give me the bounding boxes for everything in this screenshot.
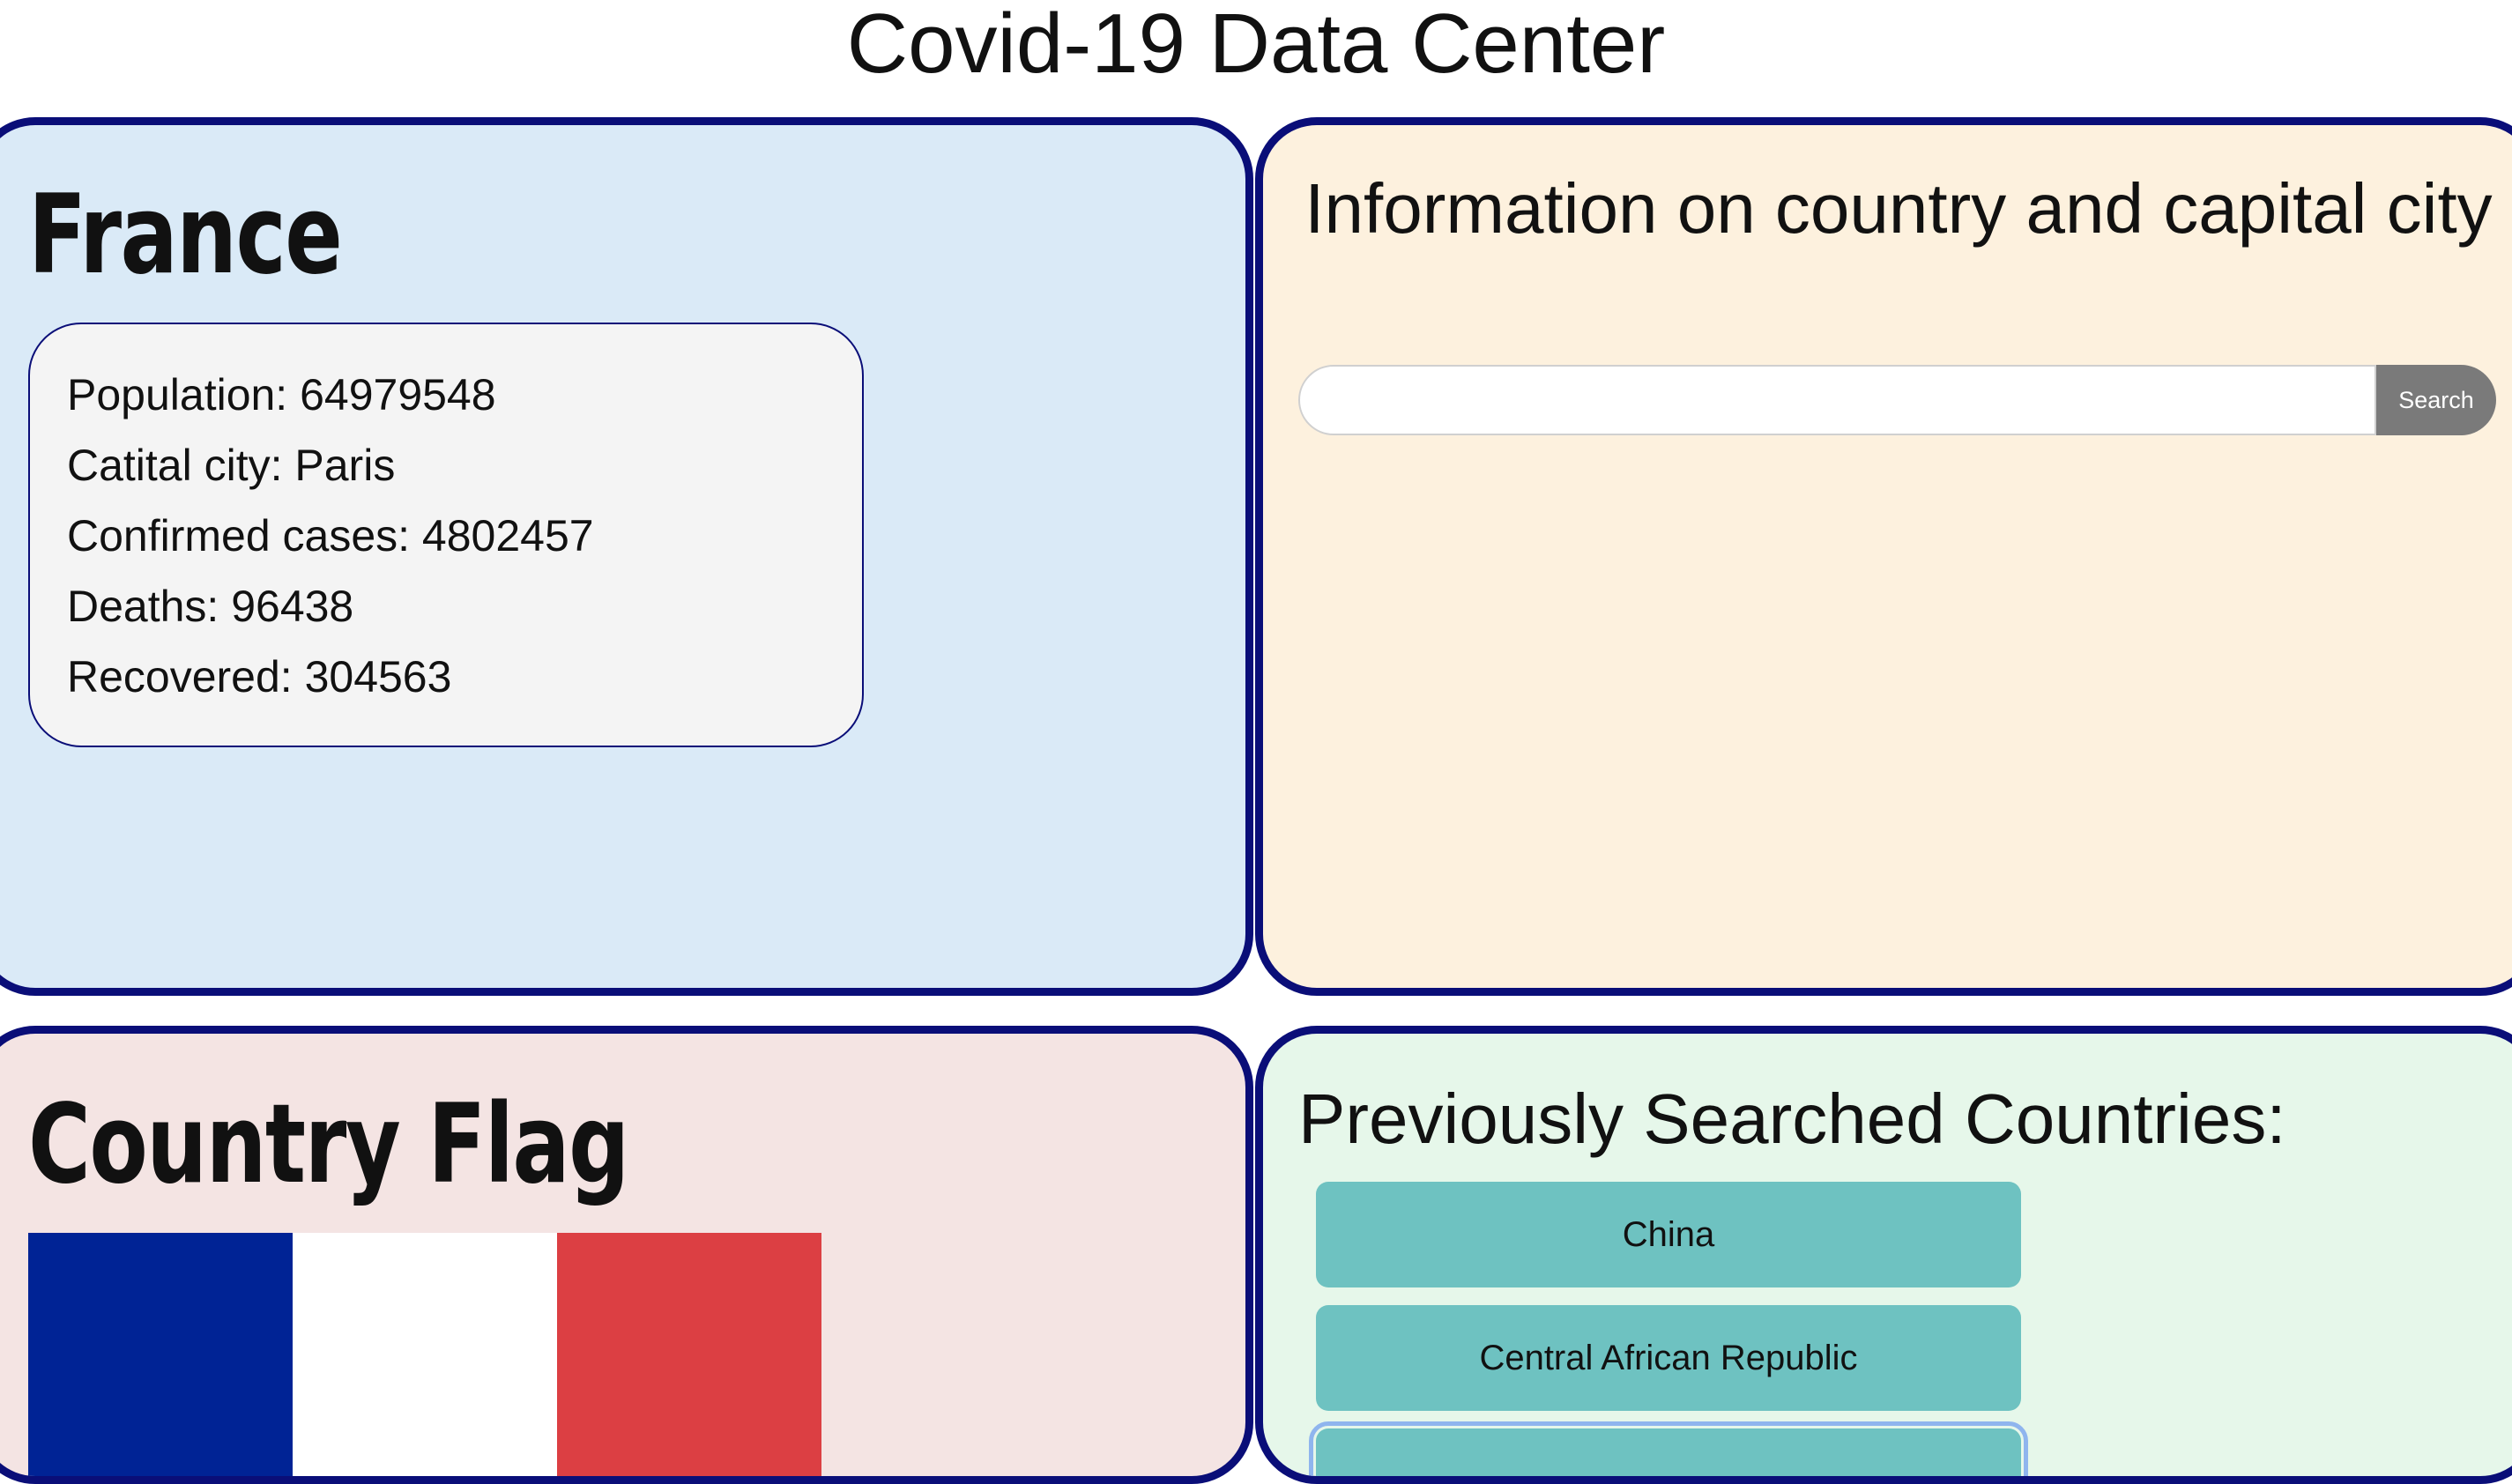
history-item-central-african-republic[interactable]: Central African Republic: [1316, 1305, 2021, 1411]
search-history-title: Previously Searched Countries:: [1298, 1080, 2286, 1158]
history-item-china[interactable]: China: [1316, 1182, 2021, 1287]
capital-city-stat: Catital city: Paris: [67, 441, 396, 490]
page-title: Covid-19 Data Center: [846, 0, 1666, 91]
flag-panel: Country Flag: [0, 1026, 1253, 1484]
country-name: France: [28, 172, 343, 299]
country-stats-card: Population: 64979548 Catital city: Paris…: [28, 323, 864, 747]
country-info-panel: France Population: 64979548 Catital city…: [0, 117, 1253, 996]
population-stat: Population: 64979548: [67, 370, 496, 419]
confirmed-cases-stat: Confirmed cases: 4802457: [67, 511, 594, 560]
search-history-panel: Previously Searched Countries: China Cen…: [1255, 1026, 2512, 1484]
search-history-list: China Central African Republic: [1309, 1182, 2028, 1476]
recovered-stat: Recovered: 304563: [67, 652, 452, 701]
flag-band-white: [293, 1233, 557, 1476]
search-bar: Search: [1298, 365, 2496, 435]
flag-panel-title: Country Flag: [28, 1081, 629, 1208]
country-search-input[interactable]: [1298, 365, 2376, 435]
deaths-stat: Deaths: 96438: [67, 582, 354, 631]
flag-band-blue: [28, 1233, 293, 1476]
search-button[interactable]: Search: [2376, 365, 2496, 435]
history-item-3[interactable]: [1309, 1421, 2028, 1476]
search-panel-title: Information on country and capital city: [1304, 169, 2493, 248]
flag-band-red: [557, 1233, 821, 1476]
country-flag-image: [28, 1233, 821, 1476]
search-panel: Information on country and capital city …: [1255, 117, 2512, 996]
